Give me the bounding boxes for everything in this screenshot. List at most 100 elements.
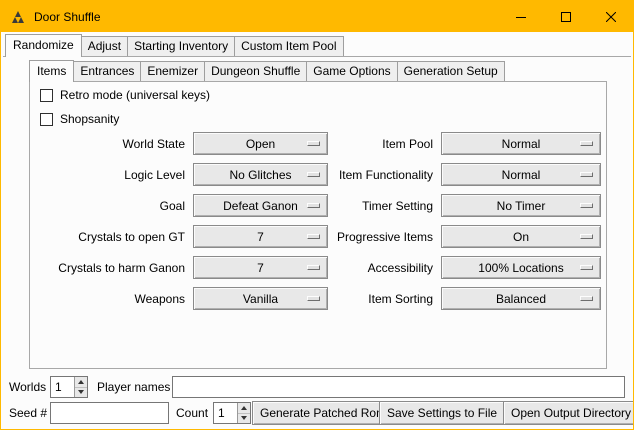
weapons-label: Weapons — [40, 292, 185, 306]
crystals-ganon-label: Crystals to harm Ganon — [40, 261, 185, 275]
player-names-label: Player names — [97, 376, 170, 398]
options-row: Logic Level No Glitches Item Functionali… — [40, 159, 601, 190]
worlds-spinbox — [50, 376, 88, 398]
worlds-input[interactable] — [51, 377, 74, 397]
shopsanity-checkbox — [40, 113, 53, 126]
items-pane: Retro mode (universal keys) Shopsanity W… — [29, 81, 607, 369]
subtab-game-options[interactable]: Game Options — [306, 61, 397, 81]
retro-mode-label: Retro mode (universal keys) — [60, 88, 210, 102]
minimize-button[interactable] — [498, 1, 543, 32]
item-sorting-value: Balanced — [496, 292, 546, 306]
shopsanity-label: Shopsanity — [60, 112, 119, 126]
dropdown-indicator-icon — [307, 172, 320, 177]
crystals-gt-label: Crystals to open GT — [40, 230, 185, 244]
generate-patched-rom-button[interactable]: Generate Patched Rom — [252, 401, 394, 425]
crystals-gt-dropdown[interactable]: 7 — [193, 225, 328, 248]
main-tab-bar: Randomize Adjust Starting Inventory Cust… — [5, 34, 344, 57]
world-state-label: World State — [40, 137, 185, 151]
crystals-ganon-value: 7 — [257, 261, 264, 275]
seed-input[interactable] — [50, 402, 169, 424]
count-spin-arrows — [237, 403, 250, 423]
progressive-items-dropdown[interactable]: On — [441, 225, 601, 248]
item-functionality-label: Item Functionality — [328, 168, 433, 182]
dropdown-indicator-icon — [307, 265, 320, 270]
timer-setting-value: No Timer — [497, 199, 546, 213]
open-output-directory-button[interactable]: Open Output Directory — [503, 401, 634, 425]
worlds-label: Worlds — [9, 376, 46, 398]
count-spinbox — [213, 402, 251, 424]
options-row: World State Open Item Pool Normal — [40, 128, 601, 159]
weapons-value: Vanilla — [243, 292, 278, 306]
subtab-items[interactable]: Items — [29, 60, 74, 82]
seed-label: Seed # — [9, 402, 47, 424]
subtab-entrances[interactable]: Entrances — [73, 61, 141, 81]
tab-adjust[interactable]: Adjust — [81, 36, 128, 56]
timer-setting-label: Timer Setting — [328, 199, 433, 213]
crystals-ganon-dropdown[interactable]: 7 — [193, 256, 328, 279]
goal-dropdown[interactable]: Defeat Ganon — [193, 194, 328, 217]
titlebar[interactable]: Door Shuffle — [1, 1, 633, 32]
count-input[interactable] — [214, 403, 237, 423]
dropdown-indicator-icon — [580, 234, 593, 239]
close-button[interactable] — [588, 1, 633, 32]
options-row: Crystals to harm Ganon 7 Accessibility 1… — [40, 252, 601, 283]
dropdown-indicator-icon — [307, 296, 320, 301]
subtab-generation-setup[interactable]: Generation Setup — [397, 61, 505, 81]
progressive-items-value: On — [513, 230, 529, 244]
window-controls — [498, 1, 633, 32]
options-row: Weapons Vanilla Item Sorting Balanced — [40, 283, 601, 314]
dropdown-indicator-icon — [307, 203, 320, 208]
app-window: Door Shuffle Randomize Adjust Starting I… — [0, 0, 634, 430]
dropdown-indicator-icon — [307, 234, 320, 239]
world-state-value: Open — [246, 137, 275, 151]
options-row: Crystals to open GT 7 Progressive Items … — [40, 221, 601, 252]
weapons-dropdown[interactable]: Vanilla — [193, 287, 328, 310]
world-state-dropdown[interactable]: Open — [193, 132, 328, 155]
dropdown-indicator-icon — [580, 172, 593, 177]
player-names-input[interactable] — [172, 376, 625, 398]
item-pool-dropdown[interactable]: Normal — [441, 132, 601, 155]
dropdown-indicator-icon — [580, 296, 593, 301]
accessibility-dropdown[interactable]: 100% Locations — [441, 256, 601, 279]
item-sorting-dropdown[interactable]: Balanced — [441, 287, 601, 310]
logic-level-value: No Glitches — [229, 168, 291, 182]
item-pool-value: Normal — [502, 137, 541, 151]
crystals-gt-value: 7 — [257, 230, 264, 244]
subtab-dungeon-shuffle[interactable]: Dungeon Shuffle — [204, 61, 307, 81]
dropdown-indicator-icon — [580, 141, 593, 146]
spin-up-icon[interactable] — [75, 377, 87, 387]
spin-down-icon[interactable] — [238, 413, 250, 424]
timer-setting-dropdown[interactable]: No Timer — [441, 194, 601, 217]
logic-level-label: Logic Level — [40, 168, 185, 182]
retro-mode-checkbox — [40, 89, 53, 102]
goal-value: Defeat Ganon — [223, 199, 298, 213]
dropdown-indicator-icon — [580, 203, 593, 208]
worlds-spin-arrows — [74, 377, 87, 397]
subtab-enemizer[interactable]: Enemizer — [140, 61, 205, 81]
shopsanity-checkbox-row[interactable]: Shopsanity — [40, 111, 119, 127]
accessibility-label: Accessibility — [328, 261, 433, 275]
item-sorting-label: Item Sorting — [328, 292, 433, 306]
count-label: Count — [176, 402, 208, 424]
accessibility-value: 100% Locations — [478, 261, 563, 275]
options-row: Goal Defeat Ganon Timer Setting No Timer — [40, 190, 601, 221]
item-functionality-value: Normal — [502, 168, 541, 182]
item-pool-label: Item Pool — [328, 137, 433, 151]
tab-custom-item-pool[interactable]: Custom Item Pool — [234, 36, 343, 56]
app-icon — [10, 9, 26, 25]
retro-mode-checkbox-row[interactable]: Retro mode (universal keys) — [40, 87, 210, 103]
spin-down-icon[interactable] — [75, 387, 87, 398]
options-grid: World State Open Item Pool Normal Logic … — [40, 128, 601, 314]
tab-starting-inventory[interactable]: Starting Inventory — [127, 36, 235, 56]
spin-up-icon[interactable] — [238, 403, 250, 413]
sub-tab-bar: Items Entrances Enemizer Dungeon Shuffle… — [29, 60, 505, 82]
dropdown-indicator-icon — [307, 141, 320, 146]
item-functionality-dropdown[interactable]: Normal — [441, 163, 601, 186]
window-title: Door Shuffle — [34, 10, 101, 24]
save-settings-button[interactable]: Save Settings to File — [379, 401, 505, 425]
tab-randomize[interactable]: Randomize — [5, 34, 82, 57]
progressive-items-label: Progressive Items — [328, 230, 433, 244]
goal-label: Goal — [40, 199, 185, 213]
maximize-button[interactable] — [543, 1, 588, 32]
logic-level-dropdown[interactable]: No Glitches — [193, 163, 328, 186]
